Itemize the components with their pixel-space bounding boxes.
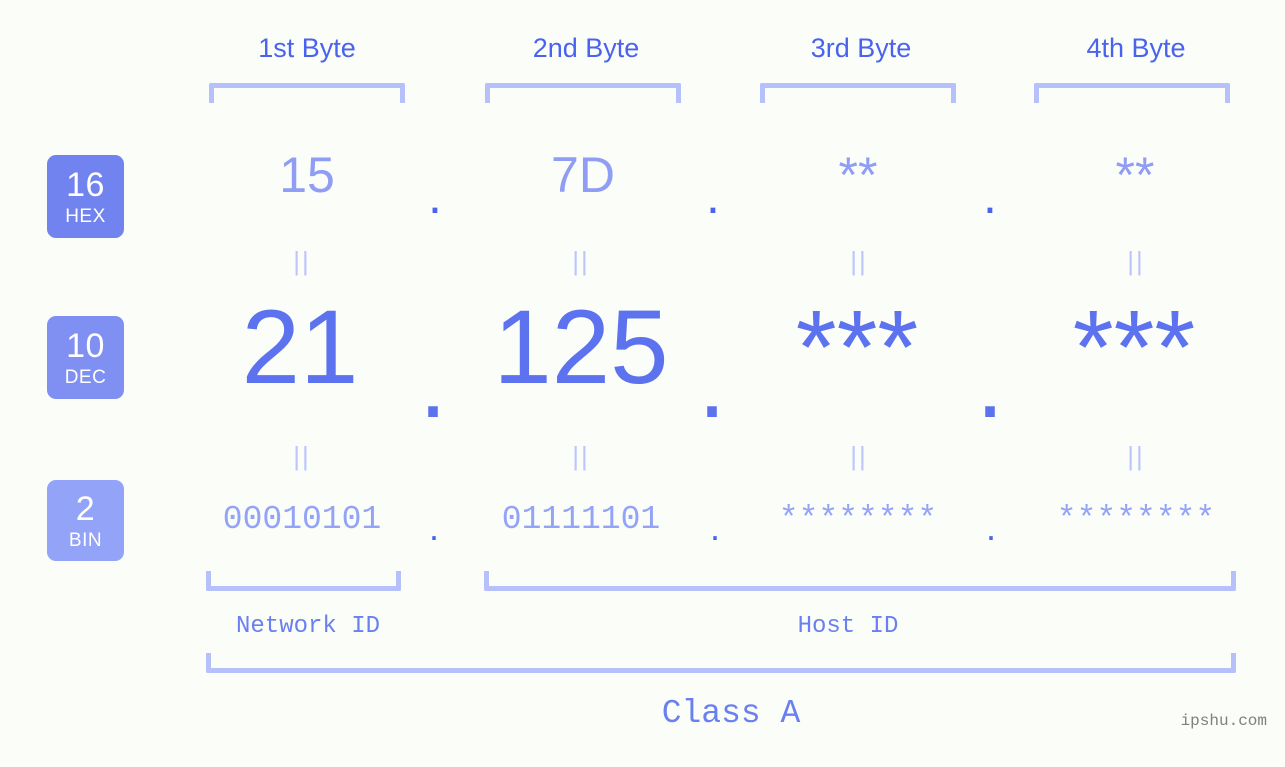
host-id-label: Host ID — [797, 613, 899, 640]
base-badge-hex: 16 HEX — [47, 155, 124, 238]
byte-header-4: 4th Byte — [1086, 33, 1186, 63]
equals-separator-decbin-3: || — [850, 441, 868, 471]
base-badge-hex-number: 16 — [66, 165, 105, 204]
equals-separator-decbin-4: || — [1127, 441, 1145, 471]
site-watermark: ipshu.com — [1180, 712, 1267, 730]
ip-breakdown-diagram: 1st Byte 2nd Byte 3rd Byte 4th Byte 16 H… — [0, 0, 1285, 767]
hex-byte-2-value: 7D — [551, 147, 615, 203]
hex-byte-4-value: ** — [1115, 147, 1155, 203]
byte-bracket-3 — [760, 83, 956, 103]
equals-separator-decbin-2: || — [572, 441, 590, 471]
dec-byte-4-value: *** — [1072, 289, 1196, 406]
byte-header-2: 2nd Byte — [532, 33, 640, 63]
hex-byte-1-value: 15 — [279, 147, 335, 203]
byte-header-3: 3rd Byte — [810, 33, 912, 63]
bin-byte-4-value: ******** — [1056, 501, 1216, 538]
network-id-bracket — [206, 571, 401, 591]
host-id-bracket — [484, 571, 1236, 591]
byte-header-1: 1st Byte — [258, 33, 356, 63]
class-label: Class A — [661, 695, 801, 732]
byte-bracket-1 — [209, 83, 405, 103]
equals-separator-hexdec-4: || — [1127, 246, 1145, 276]
hex-byte-3-value: ** — [838, 147, 878, 203]
base-badge-bin-name: BIN — [68, 529, 103, 551]
dec-byte-2-value: 125 — [493, 289, 669, 406]
bin-byte-3-value: ******** — [778, 501, 938, 538]
class-bracket — [206, 653, 1236, 673]
network-id-label: Network ID — [235, 613, 381, 640]
byte-bracket-4 — [1034, 83, 1230, 103]
base-badge-dec-name: DEC — [64, 366, 107, 388]
dec-byte-3-value: *** — [795, 289, 919, 406]
bin-byte-2-value: 01111101 — [501, 501, 661, 538]
equals-separator-hexdec-2: || — [572, 246, 590, 276]
bin-byte-1-value: 00010101 — [222, 501, 382, 538]
equals-separator-hexdec-1: || — [293, 246, 311, 276]
base-badge-hex-name: HEX — [65, 205, 106, 227]
dec-byte-1-value: 21 — [241, 289, 359, 406]
equals-separator-hexdec-3: || — [850, 246, 868, 276]
base-badge-dec: 10 DEC — [47, 316, 124, 399]
byte-bracket-2 — [485, 83, 681, 103]
base-badge-bin-number: 2 — [75, 489, 96, 528]
equals-separator-decbin-1: || — [293, 441, 311, 471]
base-badge-dec-number: 10 — [66, 326, 105, 365]
base-badge-bin: 2 BIN — [47, 480, 124, 561]
